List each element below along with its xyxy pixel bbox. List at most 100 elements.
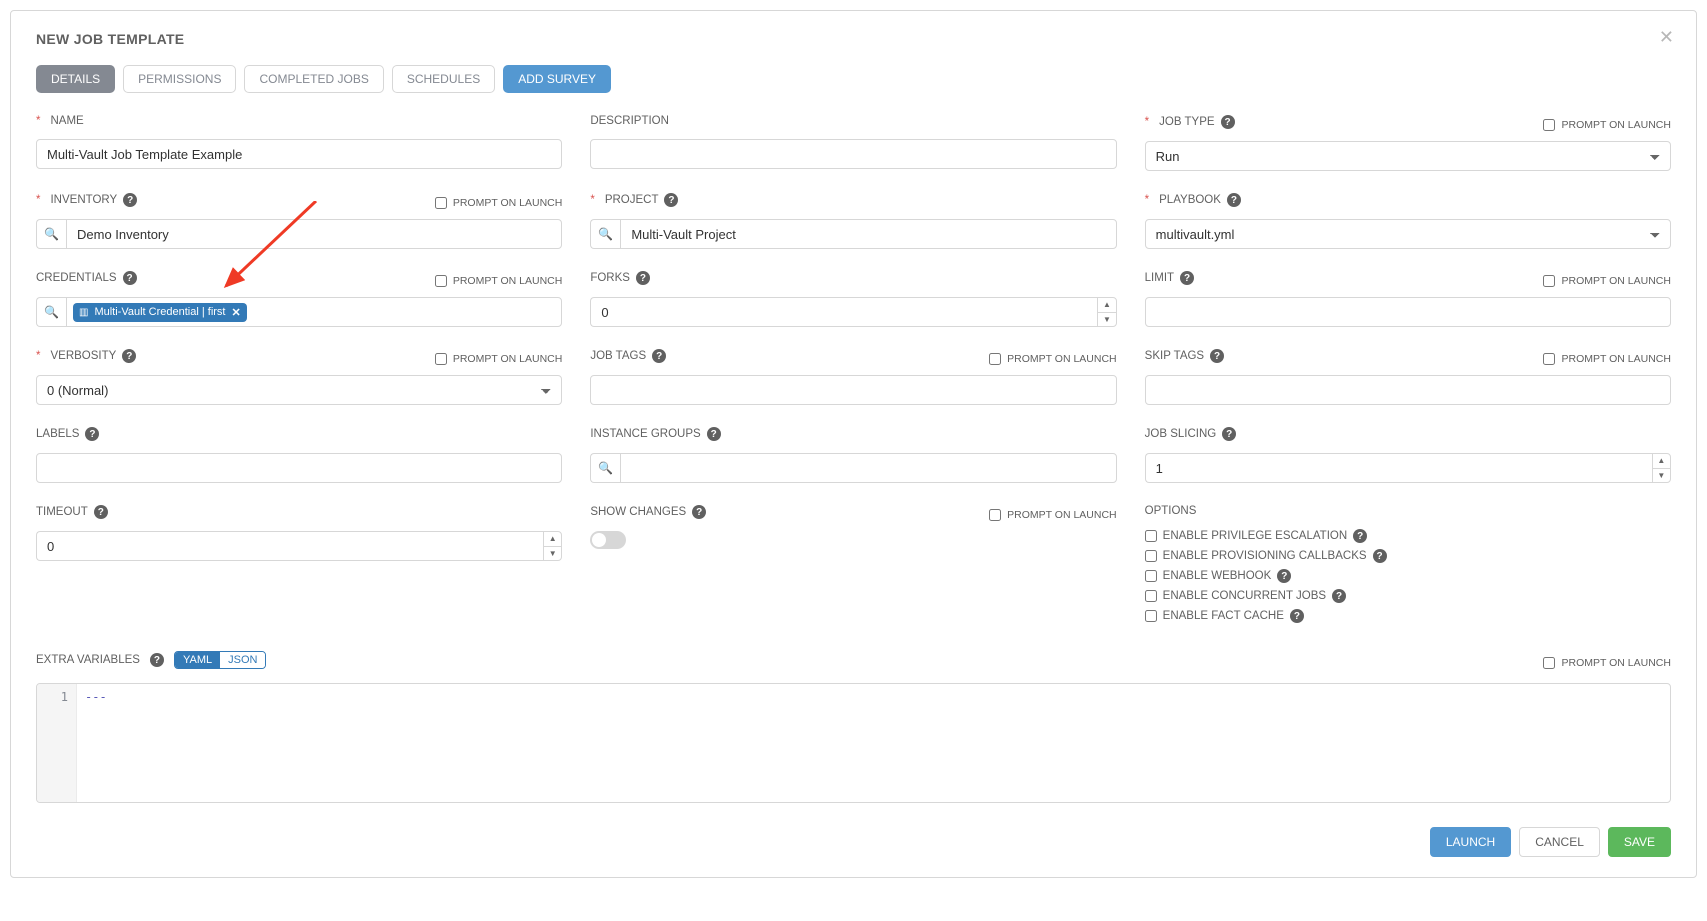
tab-details[interactable]: DETAILS bbox=[36, 65, 115, 93]
credential-tag[interactable]: ▥ Multi-Vault Credential | first ✕ bbox=[73, 303, 247, 322]
field-verbosity: *VERBOSITY? PROMPT ON LAUNCH 0 (Normal) bbox=[36, 349, 562, 405]
help-icon[interactable]: ? bbox=[1353, 529, 1367, 543]
help-icon[interactable]: ? bbox=[1227, 193, 1241, 207]
field-credentials: CREDENTIALS? PROMPT ON LAUNCH 🔍 ▥ Multi-… bbox=[36, 271, 562, 327]
field-job-tags: JOB TAGS? PROMPT ON LAUNCH bbox=[590, 349, 1116, 405]
help-icon[interactable]: ? bbox=[1373, 549, 1387, 563]
playbook-select[interactable]: multivault.yml bbox=[1145, 219, 1671, 249]
instance-groups-input[interactable] bbox=[620, 453, 1116, 483]
search-icon[interactable]: 🔍 bbox=[36, 297, 66, 327]
option-fact-cache[interactable]: ENABLE FACT CACHE? bbox=[1145, 609, 1671, 623]
help-icon[interactable]: ? bbox=[1221, 115, 1235, 129]
launch-button[interactable]: LAUNCH bbox=[1430, 827, 1511, 857]
prompt-limit[interactable]: PROMPT ON LAUNCH bbox=[1543, 275, 1671, 287]
spin-up-icon[interactable]: ▲ bbox=[1653, 454, 1670, 469]
job-slicing-input[interactable] bbox=[1145, 453, 1652, 483]
search-icon[interactable]: 🔍 bbox=[590, 453, 620, 483]
page-title: NEW JOB TEMPLATE bbox=[36, 31, 1671, 47]
footer-actions: LAUNCH CANCEL SAVE const data = JSON.par… bbox=[36, 827, 1671, 857]
search-icon[interactable]: 🔍 bbox=[36, 219, 66, 249]
help-icon[interactable]: ? bbox=[123, 193, 137, 207]
help-icon[interactable]: ? bbox=[652, 349, 666, 363]
description-input[interactable] bbox=[590, 139, 1116, 169]
field-labels: LABELS? bbox=[36, 427, 562, 483]
cancel-button[interactable]: CANCEL bbox=[1519, 827, 1600, 857]
help-icon[interactable]: ? bbox=[1222, 427, 1236, 441]
format-toggle: YAML JSON bbox=[174, 651, 266, 669]
field-limit: LIMIT? PROMPT ON LAUNCH bbox=[1145, 271, 1671, 327]
project-input[interactable] bbox=[620, 219, 1116, 249]
vault-icon: ▥ bbox=[79, 307, 88, 318]
prompt-verbosity[interactable]: PROMPT ON LAUNCH bbox=[435, 353, 563, 365]
tab-schedules[interactable]: SCHEDULES bbox=[392, 65, 495, 93]
option-concurrent-jobs[interactable]: ENABLE CONCURRENT JOBS? bbox=[1145, 589, 1671, 603]
prompt-job-type[interactable]: PROMPT ON LAUNCH bbox=[1543, 119, 1671, 131]
name-input[interactable] bbox=[36, 139, 562, 169]
help-icon[interactable]: ? bbox=[123, 271, 137, 285]
help-icon[interactable]: ? bbox=[1332, 589, 1346, 603]
prompt-inventory[interactable]: PROMPT ON LAUNCH bbox=[435, 197, 563, 209]
option-provisioning-callbacks[interactable]: ENABLE PROVISIONING CALLBACKS? bbox=[1145, 549, 1671, 563]
pill-yaml[interactable]: YAML bbox=[175, 652, 220, 668]
spin-up-icon[interactable]: ▲ bbox=[544, 532, 561, 547]
field-playbook: *PLAYBOOK? multivault.yml bbox=[1145, 193, 1671, 249]
field-inventory: *INVENTORY? PROMPT ON LAUNCH 🔍 bbox=[36, 193, 562, 249]
prompt-credentials[interactable]: PROMPT ON LAUNCH bbox=[435, 275, 563, 287]
job-tags-input[interactable] bbox=[590, 375, 1116, 405]
tab-bar: DETAILS PERMISSIONS COMPLETED JOBS SCHED… bbox=[36, 65, 1671, 93]
remove-credential-icon[interactable]: ✕ bbox=[231, 306, 240, 319]
help-icon[interactable]: ? bbox=[94, 505, 108, 519]
timeout-input[interactable] bbox=[36, 531, 543, 561]
field-name: *NAME bbox=[36, 115, 562, 171]
prompt-show-changes[interactable]: PROMPT ON LAUNCH bbox=[989, 509, 1117, 521]
inventory-input[interactable] bbox=[66, 219, 562, 249]
help-icon[interactable]: ? bbox=[1210, 349, 1224, 363]
spin-down-icon[interactable]: ▼ bbox=[1653, 469, 1670, 483]
credentials-input[interactable]: ▥ Multi-Vault Credential | first ✕ bbox=[66, 297, 562, 327]
spin-down-icon[interactable]: ▼ bbox=[544, 547, 561, 561]
editor-code[interactable]: --- bbox=[77, 684, 115, 802]
verbosity-select[interactable]: 0 (Normal) bbox=[36, 375, 562, 405]
field-description: DESCRIPTION bbox=[590, 115, 1116, 171]
help-icon[interactable]: ? bbox=[122, 349, 136, 363]
prompt-extra-vars[interactable]: PROMPT ON LAUNCH bbox=[1543, 657, 1671, 669]
help-icon[interactable]: ? bbox=[1180, 271, 1194, 285]
field-job-type: *JOB TYPE? PROMPT ON LAUNCH Run bbox=[1145, 115, 1671, 171]
help-icon[interactable]: ? bbox=[692, 505, 706, 519]
search-icon[interactable]: 🔍 bbox=[590, 219, 620, 249]
help-icon[interactable]: ? bbox=[664, 193, 678, 207]
option-webhook[interactable]: ENABLE WEBHOOK? bbox=[1145, 569, 1671, 583]
job-template-panel: NEW JOB TEMPLATE ✕ DETAILS PERMISSIONS C… bbox=[10, 10, 1697, 878]
form-grid: *NAME DESCRIPTION *JOB TYPE? PROMPT ON L… bbox=[36, 115, 1671, 803]
extra-vars-editor[interactable]: 1 --- bbox=[36, 683, 1671, 803]
help-icon[interactable]: ? bbox=[1277, 569, 1291, 583]
help-icon[interactable]: ? bbox=[85, 427, 99, 441]
skip-tags-input[interactable] bbox=[1145, 375, 1671, 405]
field-show-changes: SHOW CHANGES? PROMPT ON LAUNCH bbox=[590, 505, 1116, 629]
job-type-select[interactable]: Run bbox=[1145, 141, 1671, 171]
field-timeout: TIMEOUT? ▲▼ bbox=[36, 505, 562, 629]
option-privilege-escalation[interactable]: ENABLE PRIVILEGE ESCALATION? bbox=[1145, 529, 1671, 543]
field-forks: FORKS? ▲▼ bbox=[590, 271, 1116, 327]
spin-down-icon[interactable]: ▼ bbox=[1098, 313, 1115, 327]
help-icon[interactable]: ? bbox=[150, 653, 164, 667]
labels-input[interactable] bbox=[36, 453, 562, 483]
close-icon[interactable]: ✕ bbox=[1659, 27, 1674, 48]
help-icon[interactable]: ? bbox=[636, 271, 650, 285]
spin-up-icon[interactable]: ▲ bbox=[1098, 298, 1115, 313]
field-skip-tags: SKIP TAGS? PROMPT ON LAUNCH bbox=[1145, 349, 1671, 405]
tab-add-survey[interactable]: ADD SURVEY bbox=[503, 65, 611, 93]
show-changes-toggle[interactable] bbox=[590, 531, 626, 549]
prompt-job-tags[interactable]: PROMPT ON LAUNCH bbox=[989, 353, 1117, 365]
field-instance-groups: INSTANCE GROUPS? 🔍 bbox=[590, 427, 1116, 483]
help-icon[interactable]: ? bbox=[707, 427, 721, 441]
tab-completed-jobs[interactable]: COMPLETED JOBS bbox=[244, 65, 383, 93]
limit-input[interactable] bbox=[1145, 297, 1671, 327]
field-job-slicing: JOB SLICING? ▲▼ bbox=[1145, 427, 1671, 483]
forks-input[interactable] bbox=[590, 297, 1097, 327]
prompt-skip-tags[interactable]: PROMPT ON LAUNCH bbox=[1543, 353, 1671, 365]
help-icon[interactable]: ? bbox=[1290, 609, 1304, 623]
tab-permissions[interactable]: PERMISSIONS bbox=[123, 65, 236, 93]
save-button[interactable]: SAVE bbox=[1608, 827, 1671, 857]
pill-json[interactable]: JSON bbox=[220, 652, 265, 668]
